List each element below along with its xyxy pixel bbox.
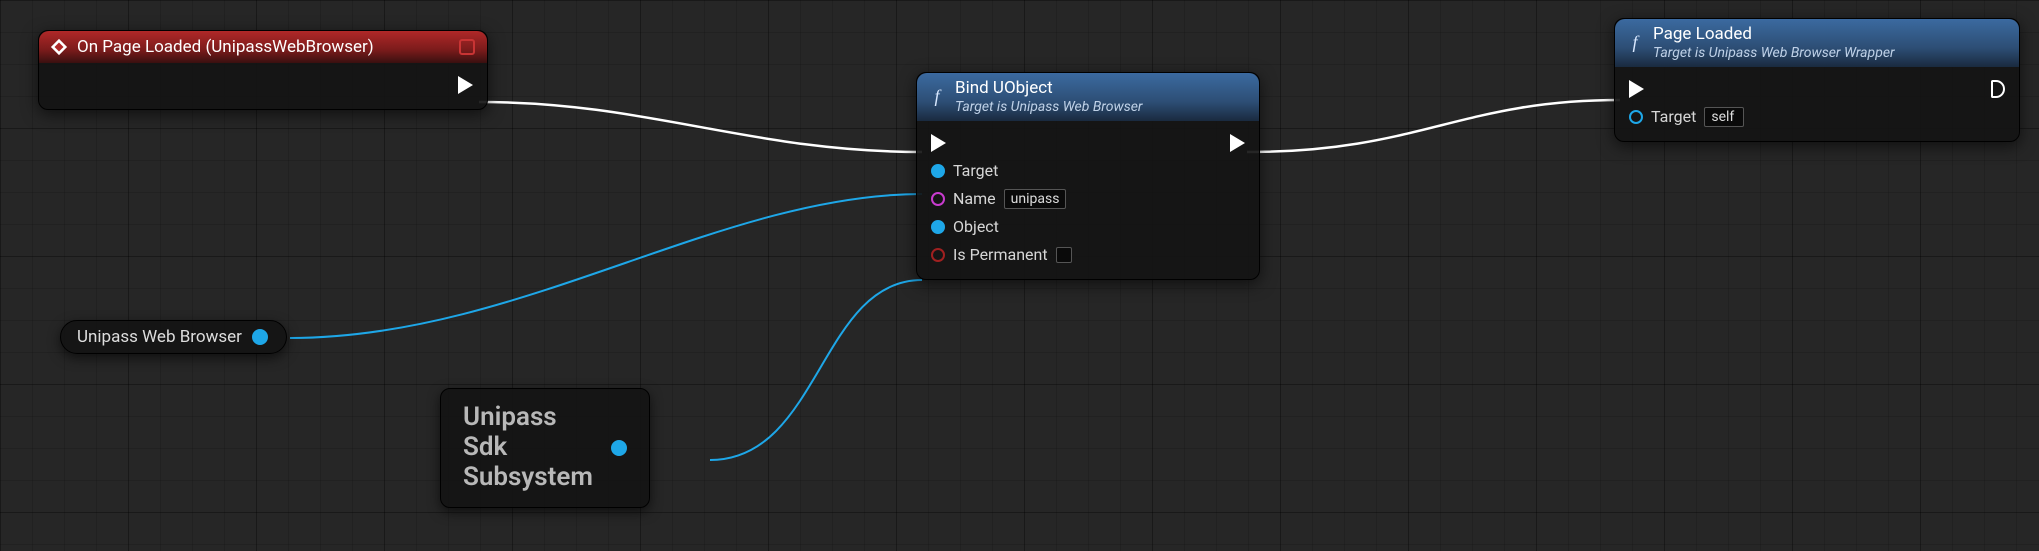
- exec-output-pin[interactable]: [1991, 80, 2005, 98]
- node-subtitle: Target is Unipass Web Browser: [955, 99, 1143, 115]
- node-page-loaded[interactable]: f Page Loaded Target is Unipass Web Brow…: [1614, 18, 2020, 142]
- exec-output-pin[interactable]: [458, 76, 473, 94]
- exec-input-pin[interactable]: [1629, 80, 1644, 98]
- pin-label: Target: [1651, 107, 1696, 126]
- pin-object[interactable]: Object: [931, 217, 999, 236]
- pin-target[interactable]: Target: [931, 161, 998, 180]
- pin-is-permanent[interactable]: Is Permanent: [931, 245, 1072, 264]
- bool-pin-icon: [931, 248, 945, 262]
- object-pin-icon: [931, 164, 945, 178]
- pin-name[interactable]: Name unipass: [931, 189, 1066, 209]
- function-icon: f: [1625, 32, 1645, 53]
- node-header[interactable]: f Bind UObject Target is Unipass Web Bro…: [917, 73, 1259, 121]
- node-variable-unipass-web-browser[interactable]: Unipass Web Browser: [60, 320, 287, 354]
- node-unipass-sdk-subsystem[interactable]: Unipass Sdk Subsystem: [440, 388, 650, 508]
- name-pin-icon: [931, 192, 945, 206]
- pin-name-value[interactable]: unipass: [1004, 189, 1067, 209]
- node-header[interactable]: f Page Loaded Target is Unipass Web Brow…: [1615, 19, 2019, 67]
- object-pin-icon: [1629, 110, 1643, 124]
- pin-label: Is Permanent: [953, 245, 1048, 264]
- pin-target-value[interactable]: self: [1704, 107, 1744, 127]
- pin-target[interactable]: Target self: [1629, 107, 1744, 127]
- delegate-pin-icon[interactable]: [459, 39, 475, 55]
- node-title: Bind UObject: [955, 79, 1143, 99]
- node-title: On Page Loaded (UnipassWebBrowser): [77, 37, 374, 57]
- subsystem-label-line: Unipass: [463, 403, 593, 433]
- subsystem-label-line: Sdk: [463, 433, 593, 463]
- variable-output-pin[interactable]: [252, 329, 268, 345]
- pin-label: Target: [953, 161, 998, 180]
- exec-input-pin[interactable]: [931, 134, 946, 152]
- pin-label: Name: [953, 189, 996, 208]
- node-on-page-loaded[interactable]: On Page Loaded (UnipassWebBrowser): [38, 30, 488, 110]
- node-header[interactable]: On Page Loaded (UnipassWebBrowser): [39, 31, 487, 63]
- object-pin-icon: [931, 220, 945, 234]
- node-subtitle: Target is Unipass Web Browser Wrapper: [1653, 45, 1895, 61]
- pin-is-permanent-checkbox[interactable]: [1056, 247, 1072, 263]
- event-icon: [49, 38, 69, 56]
- node-title: Page Loaded: [1653, 25, 1895, 45]
- exec-output-pin[interactable]: [1230, 134, 1245, 152]
- subsystem-label: Unipass Sdk Subsystem: [463, 403, 593, 493]
- node-bind-uobject[interactable]: f Bind UObject Target is Unipass Web Bro…: [916, 72, 1260, 280]
- variable-label: Unipass Web Browser: [77, 327, 242, 347]
- pin-label: Object: [953, 217, 999, 236]
- subsystem-label-line: Subsystem: [463, 463, 593, 493]
- function-icon: f: [927, 86, 947, 107]
- subsystem-output-pin[interactable]: [611, 440, 627, 456]
